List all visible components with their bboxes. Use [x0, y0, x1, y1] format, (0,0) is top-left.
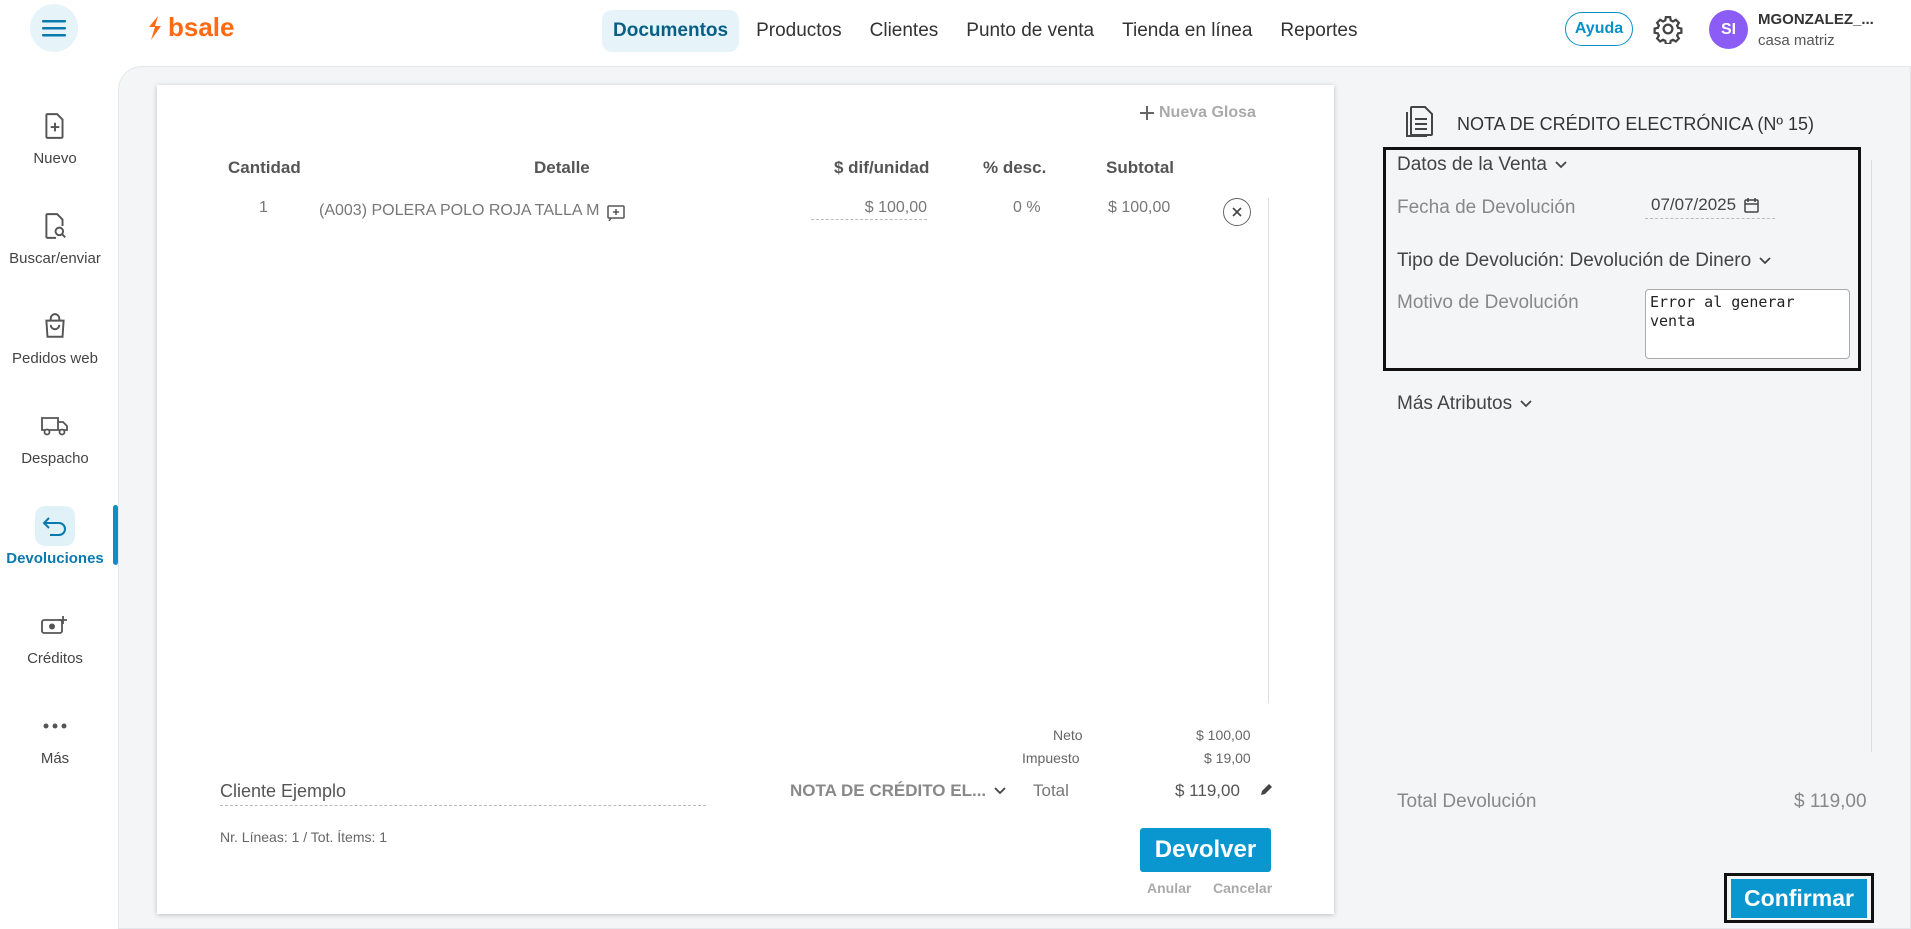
new-gloss-label: Nueva Glosa — [1159, 104, 1256, 121]
more-attributes-toggle[interactable]: Más Atributos — [1397, 393, 1532, 415]
confirm-button[interactable]: Confirmar — [1731, 879, 1867, 918]
total-label: Total — [1033, 781, 1069, 800]
shopping-bag-icon — [45, 313, 65, 338]
reason-label: Motivo de Devolución — [1397, 292, 1579, 313]
tax-label: Impuesto — [1022, 750, 1080, 766]
money-plus-icon — [41, 616, 67, 634]
chevron-down-icon — [1759, 257, 1771, 265]
total-return-value: $ 119,00 — [1794, 791, 1867, 812]
return-arrow-icon — [42, 517, 66, 536]
row-discount[interactable]: 0 % — [1013, 199, 1041, 217]
return-type-label: Tipo de Devolución: Devolución de Dinero — [1397, 250, 1752, 271]
sale-data-label: Datos de la Venta — [1397, 154, 1547, 175]
total-value: $ 119,00 — [1175, 781, 1240, 800]
reason-textarea[interactable]: Error al generar venta — [1645, 289, 1850, 359]
nav-reportes[interactable]: Reportes — [1269, 10, 1368, 52]
file-search-icon — [45, 213, 66, 239]
gear-icon[interactable] — [1653, 14, 1683, 44]
col-header-unit: $ dif/unidad — [834, 158, 930, 177]
doc-type-value: NOTA DE CRÉDITO EL... — [790, 781, 987, 800]
return-date-field[interactable]: 07/07/2025 — [1645, 195, 1775, 219]
pencil-icon[interactable] — [1259, 782, 1274, 797]
lines-info: Nr. Líneas: 1 / Tot. Ítems: 1 — [220, 829, 388, 845]
sale-data-toggle[interactable]: Datos de la Venta — [1397, 154, 1567, 176]
sidebar-item-pedidos-web[interactable]: Pedidos web — [0, 306, 110, 367]
bsale-logo[interactable]: bsale — [146, 12, 235, 43]
sidebar-item-label: Créditos — [27, 650, 83, 667]
divider — [1268, 198, 1269, 703]
top-bar: bsale Documentos Productos Clientes Punt… — [0, 0, 1911, 60]
cancelar-link[interactable]: Cancelar — [1213, 880, 1272, 896]
add-comment-icon[interactable] — [607, 205, 625, 221]
plus-icon — [1140, 106, 1154, 120]
nav-documentos[interactable]: Documentos — [602, 10, 740, 52]
tax-value: $ 19,00 — [1204, 750, 1251, 766]
sidebar-item-buscar-enviar[interactable]: Buscar/enviar — [0, 206, 110, 267]
menu-button[interactable] — [30, 4, 78, 52]
sidebar-item-creditos[interactable]: Créditos — [0, 606, 110, 667]
help-button[interactable]: Ayuda — [1565, 12, 1633, 46]
more-attributes-label: Más Atributos — [1397, 393, 1513, 414]
nav-clientes[interactable]: Clientes — [859, 10, 950, 52]
panel-divider — [1871, 160, 1872, 752]
sidebar-item-label: Devoluciones — [6, 550, 104, 567]
sidebar-item-mas[interactable]: Más — [0, 706, 110, 767]
sidebar-item-label: Pedidos web — [12, 350, 98, 367]
panel-title: NOTA DE CRÉDITO ELECTRÓNICA (Nº 15) — [1457, 114, 1814, 134]
sidebar-item-nuevo[interactable]: Nuevo — [0, 106, 110, 167]
sidebar-item-label: Nuevo — [33, 150, 77, 167]
neto-value: $ 100,00 — [1196, 727, 1251, 743]
new-gloss-button[interactable]: Nueva Glosa — [1139, 104, 1256, 122]
col-header-discount: % desc. — [983, 158, 1047, 177]
chevron-down-icon — [1555, 161, 1567, 169]
logo-icon — [149, 15, 161, 40]
row-subtotal: $ 100,00 — [1108, 199, 1171, 216]
devolver-button[interactable]: Devolver — [1140, 828, 1271, 872]
col-header-qty: Cantidad — [228, 158, 301, 177]
col-header-detail: Detalle — [534, 158, 590, 177]
anular-link[interactable]: Anular — [1147, 880, 1191, 896]
avatar[interactable]: SI — [1709, 10, 1748, 49]
return-type-toggle[interactable]: Tipo de Devolución: Devolución de Dinero — [1397, 250, 1771, 272]
sidebar-item-label: Buscar/enviar — [9, 250, 101, 267]
remove-row-button[interactable] — [1223, 198, 1251, 226]
close-icon — [1232, 207, 1242, 217]
file-plus-icon — [45, 113, 64, 139]
sidebar-item-despacho[interactable]: Despacho — [0, 406, 110, 467]
user-branch: casa matriz — [1758, 32, 1835, 49]
doc-type-select[interactable]: NOTA DE CRÉDITO EL... — [790, 781, 1006, 801]
sidebar-item-label: Más — [40, 750, 70, 767]
document-icon — [1406, 106, 1433, 137]
row-qty[interactable]: 1 — [259, 199, 268, 217]
return-date-value: 07/07/2025 — [1651, 195, 1737, 214]
return-date-label: Fecha de Devolución — [1397, 197, 1576, 218]
row-unit-price[interactable]: $ 100,00 — [811, 199, 927, 220]
client-field[interactable]: Cliente Ejemplo — [220, 781, 706, 806]
row-detail[interactable]: (A003) POLERA POLO ROJA TALLA M — [319, 202, 599, 220]
chevron-down-icon — [1520, 400, 1532, 408]
nav-tienda-en-linea[interactable]: Tienda en línea — [1111, 10, 1263, 52]
main-nav: Documentos Productos Clientes Punto de v… — [602, 10, 1369, 52]
logo-text: bsale — [168, 12, 235, 42]
more-dots-icon — [43, 723, 67, 729]
sidebar-item-label: Despacho — [21, 450, 89, 467]
nav-punto-de-venta[interactable]: Punto de venta — [955, 10, 1105, 52]
user-name[interactable]: MGONZALEZ_... — [1758, 11, 1874, 28]
total-return-label: Total Devolución — [1397, 791, 1537, 812]
col-header-subtotal: Subtotal — [1106, 158, 1174, 177]
chevron-down-icon — [994, 787, 1006, 795]
neto-label: Neto — [1053, 727, 1083, 743]
calendar-icon — [1744, 198, 1759, 213]
sidebar-item-devoluciones[interactable]: Devoluciones — [0, 506, 110, 567]
truck-icon — [41, 417, 68, 436]
hamburger-icon — [42, 20, 66, 37]
nav-productos[interactable]: Productos — [745, 10, 853, 52]
